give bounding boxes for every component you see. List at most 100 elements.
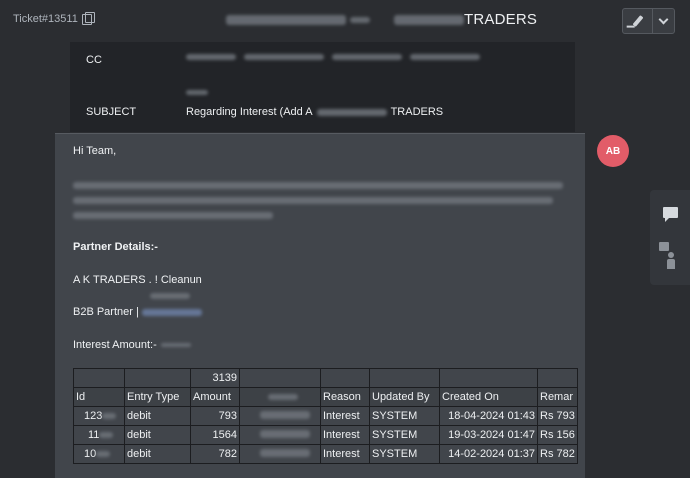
row-amount: 793: [190, 406, 240, 426]
redacted-text: [332, 54, 402, 60]
redacted-text: [150, 293, 190, 299]
row-entry-type: debit: [124, 444, 191, 464]
copy-icon[interactable]: [81, 11, 95, 25]
col-remark: Remar: [537, 387, 578, 407]
row-updated-by: SYSTEM: [369, 406, 440, 426]
row-entry-type: debit: [124, 425, 191, 445]
row-entry-type: debit: [124, 406, 191, 426]
head-shape: [668, 252, 674, 258]
table-summary-row: 3139: [73, 368, 578, 388]
col-redacted: [239, 387, 321, 407]
row-created-on: 19-03-2024 01:47: [439, 425, 538, 445]
person-icon[interactable]: [659, 242, 677, 270]
greeting: Hi Team,: [73, 145, 117, 157]
table-cell: [439, 368, 538, 388]
redacted-text: [102, 413, 117, 419]
table-row: 10 debit 782 Interest SYSTEM 14-02-2024 …: [73, 444, 578, 464]
redacted-text: [73, 212, 273, 219]
summary-amount: 3139: [190, 368, 240, 388]
col-created-on: Created On: [439, 387, 538, 407]
partner-heading: Partner Details:-: [73, 241, 158, 253]
redacted-text: [244, 54, 324, 60]
chevron-down-icon: [658, 14, 669, 25]
top-bar: Ticket#13511 TRADERS: [0, 0, 690, 42]
interest-label: Interest Amount:-: [73, 339, 157, 351]
col-updated-by: Updated By: [369, 387, 440, 407]
edit-button[interactable]: [623, 9, 652, 33]
row-id: 11: [73, 425, 125, 445]
cc-row: CC: [86, 54, 480, 66]
row-remark: Rs 782: [537, 444, 578, 464]
subject-label: SUBJECT: [86, 106, 137, 118]
redacted-text: [73, 197, 553, 204]
row-redacted: [239, 406, 321, 426]
redacted-text: [73, 182, 563, 189]
row-amount: 782: [190, 444, 240, 464]
bubble-shape: [659, 242, 669, 251]
col-id: Id: [73, 387, 125, 407]
interest-row: Interest Amount:-: [73, 339, 191, 351]
side-rail: [650, 190, 690, 285]
cell-text: 10: [84, 448, 97, 460]
subject-row: SUBJECT Regarding Interest (Add A TRADER…: [86, 106, 443, 118]
table-header-row: Id Entry Type Amount Reason Updated By C…: [73, 387, 578, 407]
redacted-text: [96, 451, 111, 457]
row-reason: Interest: [320, 406, 370, 426]
action-button-group: [622, 8, 675, 34]
more-menu-button[interactable]: [652, 9, 674, 33]
ticket-title: TRADERS: [226, 11, 537, 28]
cc-value: [186, 54, 480, 60]
redacted-text: [186, 54, 236, 60]
body-shape: [667, 259, 675, 269]
table-cell: [239, 368, 321, 388]
row-created-on: 18-04-2024 01:43: [439, 406, 538, 426]
email-header: CC SUBJECT Regarding Interest (Add A TRA…: [70, 42, 575, 132]
ticket-label: Ticket#13511: [13, 13, 78, 25]
redacted-text: [141, 308, 202, 316]
redacted-text: [394, 14, 464, 25]
redacted-text: [226, 14, 346, 25]
row-remark: Rs 793: [537, 406, 578, 426]
col-entry-type: Entry Type: [124, 387, 191, 407]
redacted-text: [186, 90, 208, 95]
row-redacted: [239, 425, 321, 445]
redacted-text: [99, 432, 114, 438]
table-cell: [73, 368, 125, 388]
row-updated-by: SYSTEM: [369, 425, 440, 445]
table-cell: [320, 368, 370, 388]
cc-label: CC: [86, 54, 102, 66]
subject-suffix: TRADERS: [390, 106, 444, 118]
row-reason: Interest: [320, 444, 370, 464]
redacted-text: [350, 16, 370, 23]
row-redacted: [239, 444, 321, 464]
avatar[interactable]: AB: [597, 135, 629, 167]
subject-prefix: Regarding Interest (Add A: [186, 106, 313, 118]
redacted-text: [410, 54, 480, 60]
redacted-text: [160, 343, 191, 347]
row-amount: 1564: [190, 425, 240, 445]
pen-icon: [632, 15, 644, 27]
redacted-text: [316, 108, 387, 116]
partner-name: A K TRADERS . ! Cleanun: [73, 274, 202, 286]
partner-type-row: B2B Partner |: [73, 306, 202, 318]
row-id: 10: [73, 444, 125, 464]
interest-table: 3139 Id Entry Type Amount Reason Updated…: [73, 368, 578, 464]
table-row: 11 debit 1564 Interest SYSTEM 19-03-2024…: [73, 425, 578, 445]
row-id: 123: [73, 406, 125, 426]
subject-value: Regarding Interest (Add A TRADERS: [186, 106, 443, 118]
row-reason: Interest: [320, 425, 370, 445]
row-remark: Rs 156: [537, 425, 578, 445]
table-row: 123 debit 793 Interest SYSTEM 18-04-2024…: [73, 406, 578, 426]
row-updated-by: SYSTEM: [369, 444, 440, 464]
chat-icon[interactable]: [663, 207, 678, 222]
col-reason: Reason: [320, 387, 370, 407]
row-created-on: 14-02-2024 01:37: [439, 444, 538, 464]
table-cell: [124, 368, 191, 388]
col-amount: Amount: [190, 387, 240, 407]
ticket-id[interactable]: Ticket#13511: [13, 11, 95, 25]
cell-text: 11: [88, 429, 100, 441]
table-cell: [369, 368, 440, 388]
title-suffix: TRADERS: [464, 11, 538, 28]
table-cell: [537, 368, 578, 388]
partner-type: B2B Partner |: [73, 306, 139, 318]
